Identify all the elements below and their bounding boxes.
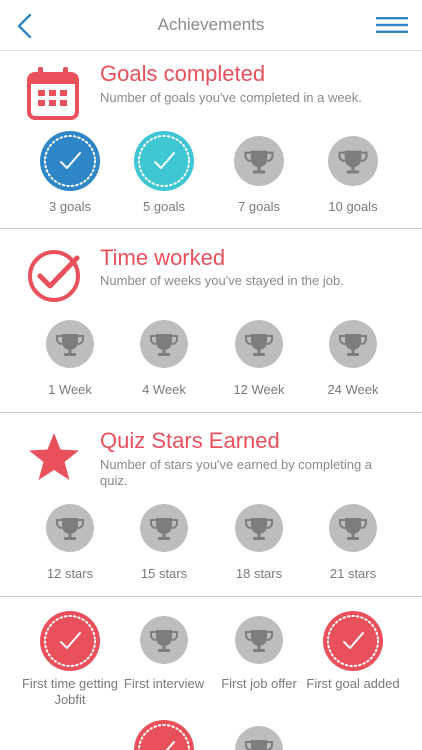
calendar-icon: [27, 66, 79, 127]
checkmark-icon: [40, 611, 100, 671]
badge-label: 21 stars: [329, 566, 377, 581]
badge-12-week[interactable]: [235, 320, 283, 368]
badge-label: 15 stars: [140, 566, 188, 581]
badge-7-goals[interactable]: [234, 136, 284, 186]
badge-12-stars[interactable]: [46, 504, 94, 552]
badge-3-goals[interactable]: [40, 131, 100, 191]
checkmark-icon: [40, 131, 100, 191]
badge-21-stars[interactable]: [329, 504, 377, 552]
badge-label: 24 Week: [327, 382, 379, 397]
nav-bar: Achievements: [0, 0, 422, 51]
badge-label: 12 Week: [233, 382, 285, 397]
trophy-icon: [235, 616, 283, 664]
section-title-time: Time worked: [100, 245, 226, 270]
page-title: Achievements: [157, 15, 265, 34]
section-description-quiz: Number of stars you've earned by complet…: [100, 457, 373, 488]
badge-first-job-offer[interactable]: [235, 616, 283, 664]
trophy-icon: [329, 504, 377, 552]
trophy-icon: [235, 504, 283, 552]
badge-1-week[interactable]: [46, 320, 94, 368]
badge-label: 4 Week: [142, 382, 186, 397]
badge-18-stars[interactable]: [235, 504, 283, 552]
badge-label: 3 goals: [49, 199, 91, 214]
badge-first-interview[interactable]: [140, 616, 188, 664]
trophy-icon: [234, 136, 284, 186]
badge-label: First job offer: [221, 676, 297, 691]
section-divider: [0, 228, 422, 229]
trophy-icon: [140, 616, 188, 664]
badge-5-goals[interactable]: [134, 131, 194, 191]
trophy-icon: [140, 504, 188, 552]
checkmark-circle-icon: [27, 248, 83, 309]
trophy-icon: [235, 320, 283, 368]
checkmark-icon: [134, 131, 194, 191]
badge-label: 12 stars: [46, 566, 94, 581]
badge-earned-partial[interactable]: [134, 720, 194, 750]
trophy-icon: [46, 504, 94, 552]
badge-label: 18 stars: [235, 566, 283, 581]
menu-button[interactable]: [376, 15, 408, 35]
badge-10-goals[interactable]: [328, 136, 378, 186]
badge-15-stars[interactable]: [140, 504, 188, 552]
badge-label: First time getting Jobfit: [21, 676, 119, 707]
badge-label: First goal added: [306, 676, 400, 691]
section-title-goals: Goals completed: [100, 61, 266, 86]
badge-4-week[interactable]: [140, 320, 188, 368]
checkmark-icon: [134, 720, 194, 750]
section-divider: [0, 412, 422, 413]
badge-label: 10 goals: [328, 199, 378, 214]
badge-24-week[interactable]: [329, 320, 377, 368]
trophy-icon: [329, 320, 377, 368]
trophy-icon: [235, 726, 283, 750]
section-description-goals: Number of goals you've completed in a we…: [100, 90, 362, 105]
badge-label: 1 Week: [48, 382, 92, 397]
star-icon: [27, 432, 81, 487]
badge-first-time-jobfit[interactable]: [40, 611, 100, 671]
badge-first-goal-added[interactable]: [323, 611, 383, 671]
section-divider: [0, 596, 422, 597]
badge-locked-partial[interactable]: [235, 726, 283, 750]
badge-label: First interview: [123, 676, 205, 691]
section-description-time: Number of weeks you've stayed in the job…: [100, 273, 344, 288]
hamburger-menu-icon: [376, 17, 408, 33]
badge-label: 5 goals: [143, 199, 185, 214]
trophy-icon: [140, 320, 188, 368]
trophy-icon: [328, 136, 378, 186]
badge-label: 7 goals: [238, 199, 280, 214]
section-title-quiz: Quiz Stars Earned: [100, 428, 280, 453]
trophy-icon: [46, 320, 94, 368]
checkmark-icon: [323, 611, 383, 671]
